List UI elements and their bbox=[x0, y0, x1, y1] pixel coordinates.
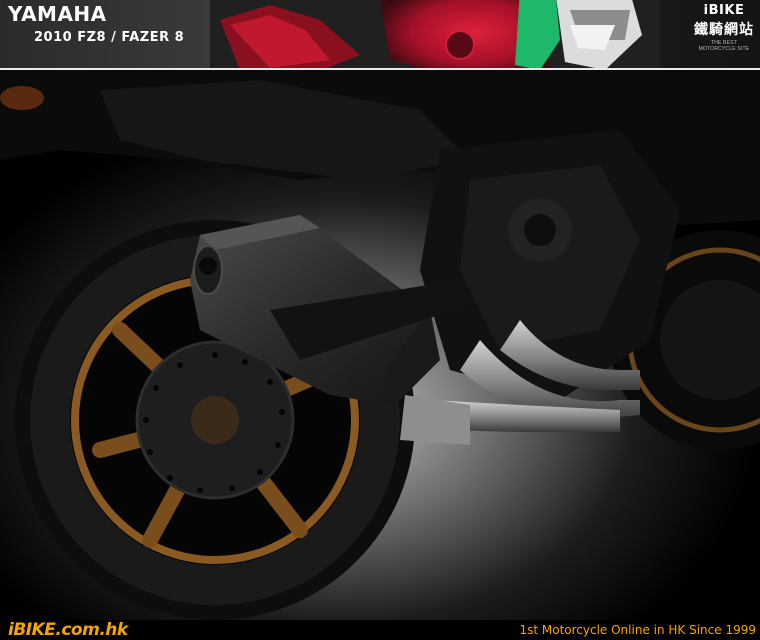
ibike-header-logo[interactable]: iBIKE 鐵騎網站 THE BEST MOTORCYCLE SITE bbox=[692, 3, 756, 61]
logo-word: iBIKE bbox=[703, 3, 745, 18]
footer: iBIKE.com.hk 1st Motorcycle Online in HK… bbox=[0, 620, 760, 640]
footer-site-logo[interactable]: iBIKE.com.hk bbox=[8, 620, 128, 640]
page: YAMAHA 2010 FZ8 / FAZER 8 iBIKE 鐵騎網站 THE… bbox=[0, 0, 760, 640]
header-banner: YAMAHA 2010 FZ8 / FAZER 8 iBIKE 鐵騎網站 THE… bbox=[0, 0, 760, 70]
brand-title: YAMAHA bbox=[8, 2, 107, 26]
photo-illustration bbox=[0, 70, 760, 620]
logo-cjk: 鐵騎網站 bbox=[694, 21, 754, 37]
model-title: 2010 FZ8 / FAZER 8 bbox=[34, 30, 185, 45]
logo-tagline: THE BEST MOTORCYCLE SITE bbox=[698, 40, 750, 52]
header-bike-image bbox=[210, 0, 660, 68]
footer-slogan: 1st Motorcycle Online in HK Since 1999 bbox=[519, 623, 756, 637]
motorcycle-exhaust-photo bbox=[0, 70, 760, 620]
